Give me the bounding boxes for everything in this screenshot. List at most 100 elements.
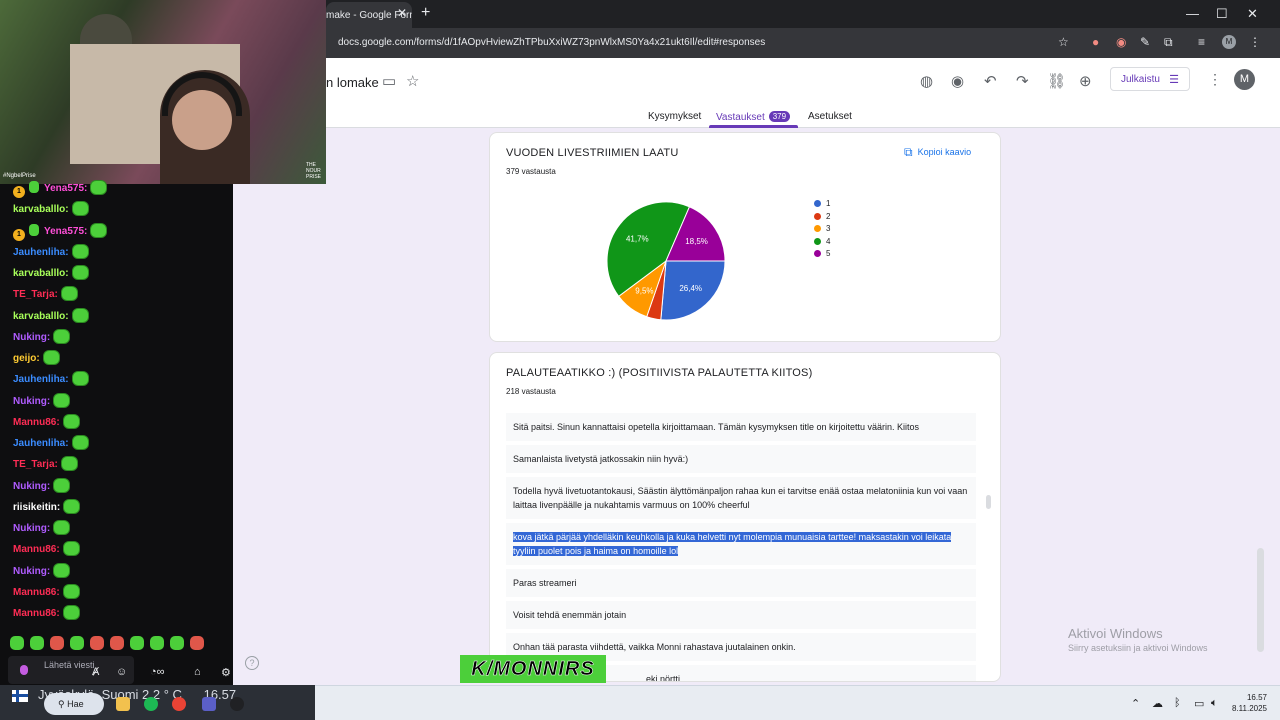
- chat-username[interactable]: TE_Tarja:: [13, 289, 58, 300]
- add-collaborator-icon[interactable]: ⊕: [1079, 72, 1092, 90]
- emote-icon[interactable]: [70, 636, 84, 650]
- legend-label: 5: [826, 249, 831, 259]
- list-scrollbar[interactable]: [986, 495, 991, 509]
- emote-icon: [71, 201, 89, 217]
- minimize-icon[interactable]: —: [1186, 6, 1199, 21]
- help-icon[interactable]: ?: [245, 656, 259, 670]
- emote-icon[interactable]: [110, 636, 124, 650]
- chat-username[interactable]: Jauhenliha:: [13, 247, 69, 258]
- legend-item[interactable]: 1: [814, 199, 830, 212]
- emote-icon[interactable]: [130, 636, 144, 650]
- chat-username[interactable]: geijo:: [13, 353, 40, 364]
- tab-responses[interactable]: Vastaukset 379: [716, 111, 791, 123]
- chat-message: Jauhenliha:: [13, 243, 89, 264]
- emote-icon[interactable]: [170, 636, 184, 650]
- volume-icon[interactable]: 🔈︎: [1211, 697, 1218, 710]
- chat-username[interactable]: Nuking:: [13, 481, 50, 492]
- chat-username[interactable]: karvaballlo:: [13, 204, 69, 215]
- tray-chevron-icon[interactable]: ⌃: [1131, 697, 1140, 710]
- emote-icon: [62, 413, 80, 429]
- chat-username[interactable]: TE_Tarja:: [13, 459, 58, 470]
- account-avatar[interactable]: M: [1234, 69, 1255, 90]
- settings-gear-icon[interactable]: ⚙: [221, 666, 231, 679]
- reading-list-icon[interactable]: ≡: [1198, 35, 1205, 49]
- palette-icon[interactable]: ◍: [920, 72, 933, 90]
- chat-username[interactable]: Nuking:: [13, 332, 50, 343]
- chat-username[interactable]: Yena575:: [44, 226, 87, 237]
- folder-icon[interactable]: ▭: [382, 72, 396, 90]
- copy-chart-button[interactable]: ⧉ Kopioi kaavio: [904, 145, 971, 160]
- activity-icon[interactable]: ◔∞: [150, 666, 165, 678]
- more-options-icon[interactable]: ⋮: [1208, 71, 1222, 88]
- tab-questions[interactable]: Kysymykset: [648, 111, 701, 122]
- chat-username[interactable]: riisikeitin:: [13, 502, 60, 513]
- publish-button[interactable]: Julkaistu ☰: [1110, 67, 1190, 91]
- menu-icon[interactable]: ⋮: [1249, 35, 1261, 49]
- maximize-icon[interactable]: ☐: [1216, 6, 1228, 22]
- obs-icon[interactable]: [230, 697, 244, 711]
- chat-placeholder: Lähetä viesti: [44, 660, 95, 670]
- file-explorer-icon[interactable]: [116, 697, 130, 711]
- chat-username[interactable]: Mannu86:: [13, 587, 60, 598]
- page-scrollbar[interactable]: [1257, 548, 1264, 652]
- emote-icon[interactable]: [190, 636, 204, 650]
- link-icon[interactable]: ⛓: [1047, 72, 1066, 90]
- chat-username[interactable]: Mannu86:: [13, 608, 60, 619]
- spotify-icon[interactable]: [144, 697, 158, 711]
- emote-icon[interactable]: [150, 636, 164, 650]
- cloud-icon[interactable]: ☁: [1152, 697, 1163, 710]
- legend-item[interactable]: 5: [814, 249, 830, 262]
- url-text[interactable]: docs.google.com/forms/d/1fAOpvHviewZhTPb…: [338, 37, 765, 48]
- chat-username[interactable]: karvaballlo:: [13, 268, 69, 279]
- tab-settings[interactable]: Asetukset: [808, 111, 852, 122]
- undo-icon[interactable]: ↶: [984, 72, 997, 90]
- pie-slice-label: 41,7%: [626, 234, 649, 243]
- redo-icon[interactable]: ↷: [1016, 72, 1029, 90]
- response-list[interactable]: Sitä paitsi. Sinun kannattaisi opetella …: [506, 413, 976, 681]
- chat-username[interactable]: Yena575:: [44, 183, 87, 194]
- chat-username[interactable]: Nuking:: [13, 566, 50, 577]
- bookmark-star-icon[interactable]: ☆: [1058, 35, 1069, 49]
- close-window-icon[interactable]: ✕: [1247, 6, 1258, 22]
- emote-icon[interactable]: [10, 636, 24, 650]
- badge-icon: [29, 223, 39, 236]
- extension-icon[interactable]: ◉: [1116, 35, 1126, 49]
- puzzle-icon[interactable]: ⧉: [1164, 35, 1173, 50]
- emote-bar[interactable]: [10, 636, 220, 652]
- chrome-icon[interactable]: [172, 697, 186, 711]
- chat-username[interactable]: Mannu86:: [13, 544, 60, 555]
- profile-avatar[interactable]: M: [1222, 35, 1236, 49]
- new-tab-icon[interactable]: +: [421, 4, 430, 22]
- emote-icon[interactable]: [30, 636, 44, 650]
- preview-eye-icon[interactable]: ◉: [951, 72, 964, 90]
- question-title: PALAUTEAATIKKO :) (POSITIIVISTA PALAUTET…: [506, 367, 813, 379]
- taskbar-clock[interactable]: 16.57 8.11.2025: [1232, 692, 1267, 714]
- legend-item[interactable]: 3: [814, 224, 830, 237]
- legend-item[interactable]: 4: [814, 237, 830, 250]
- tab-close-icon[interactable]: ✕: [397, 6, 407, 20]
- chat-username[interactable]: Jauhenliha:: [13, 374, 69, 385]
- shop-icon[interactable]: ⌂: [194, 666, 201, 678]
- emote-icon[interactable]: [90, 636, 104, 650]
- chat-username[interactable]: Jauhenliha:: [13, 438, 69, 449]
- extension-icon[interactable]: ●: [1092, 35, 1099, 49]
- star-icon[interactable]: ☆: [406, 72, 419, 90]
- form-title[interactable]: n lomake: [326, 75, 379, 90]
- emote-icon: [53, 562, 71, 578]
- text-format-icon[interactable]: Ⱥ: [92, 666, 99, 678]
- emote-icon[interactable]: [50, 636, 64, 650]
- chat-message: Nuking:: [13, 328, 71, 349]
- bluetooth-icon[interactable]: ᛒ: [1174, 697, 1181, 709]
- taskbar-search[interactable]: ⚲ Hae: [44, 693, 104, 715]
- chat-username[interactable]: Mannu86:: [13, 417, 60, 428]
- microphone-icon[interactable]: [20, 665, 28, 675]
- chat-username[interactable]: karvaballlo:: [13, 311, 69, 322]
- discord-icon[interactable]: [202, 697, 216, 711]
- network-icon[interactable]: ▭: [1194, 697, 1204, 710]
- emoji-icon[interactable]: ☺: [116, 666, 127, 678]
- extension-icon[interactable]: ✎: [1140, 35, 1150, 49]
- legend-dot: [814, 212, 821, 220]
- legend-item[interactable]: 2: [814, 212, 830, 225]
- chat-username[interactable]: Nuking:: [13, 396, 50, 407]
- chat-username[interactable]: Nuking:: [13, 523, 50, 534]
